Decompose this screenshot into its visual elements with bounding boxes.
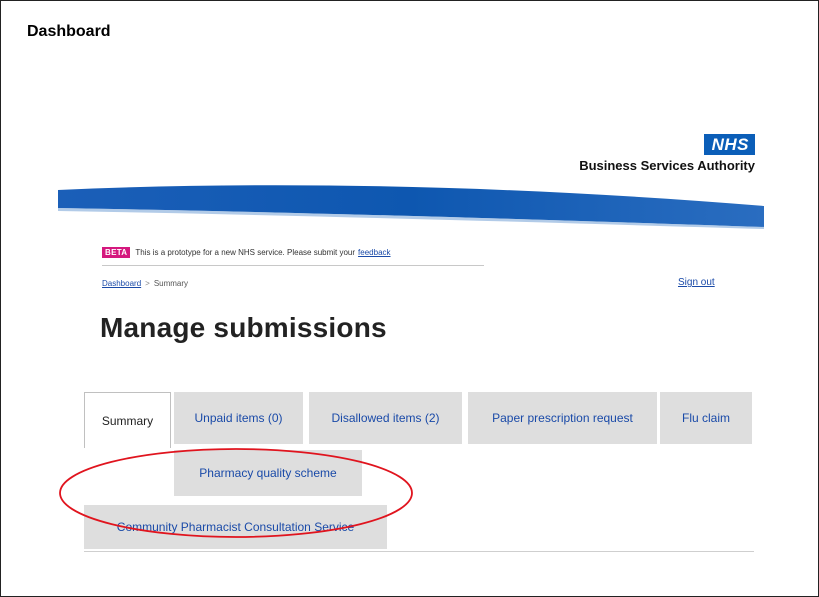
highlight-ellipse [59,448,413,538]
feedback-link[interactable]: feedback [358,248,390,257]
slide-title: Dashboard [27,23,111,40]
tab-summary[interactable]: Summary [84,392,171,448]
page-title: Manage submissions [100,312,387,343]
breadcrumb-summary: Summary [153,279,189,288]
banner-divider [102,265,484,266]
nhs-logo[interactable]: NHS [703,134,755,155]
beta-message: This is a prototype for a new NHS servic… [135,248,356,257]
tab-flu-claim[interactable]: Flu claim [660,392,752,444]
nhs-header: NHS Business Services Authority [579,134,755,173]
breadcrumb: Dashboard > Summary [102,279,188,288]
tab-unpaid-items[interactable]: Unpaid items (0) [174,392,303,444]
header-swoosh [58,185,764,229]
sign-out-link[interactable]: Sign out [678,277,715,288]
tabs-underline [84,551,754,552]
tab-disallowed-items[interactable]: Disallowed items (2) [309,392,462,444]
beta-tag: BETA [102,247,131,258]
beta-banner: BETA This is a prototype for a new NHS s… [102,247,391,258]
breadcrumb-separator: > [145,279,150,288]
breadcrumb-dashboard[interactable]: Dashboard [102,279,141,288]
org-name: Business Services Authority [579,158,755,173]
tab-paper-prescription-request[interactable]: Paper prescription request [468,392,657,444]
